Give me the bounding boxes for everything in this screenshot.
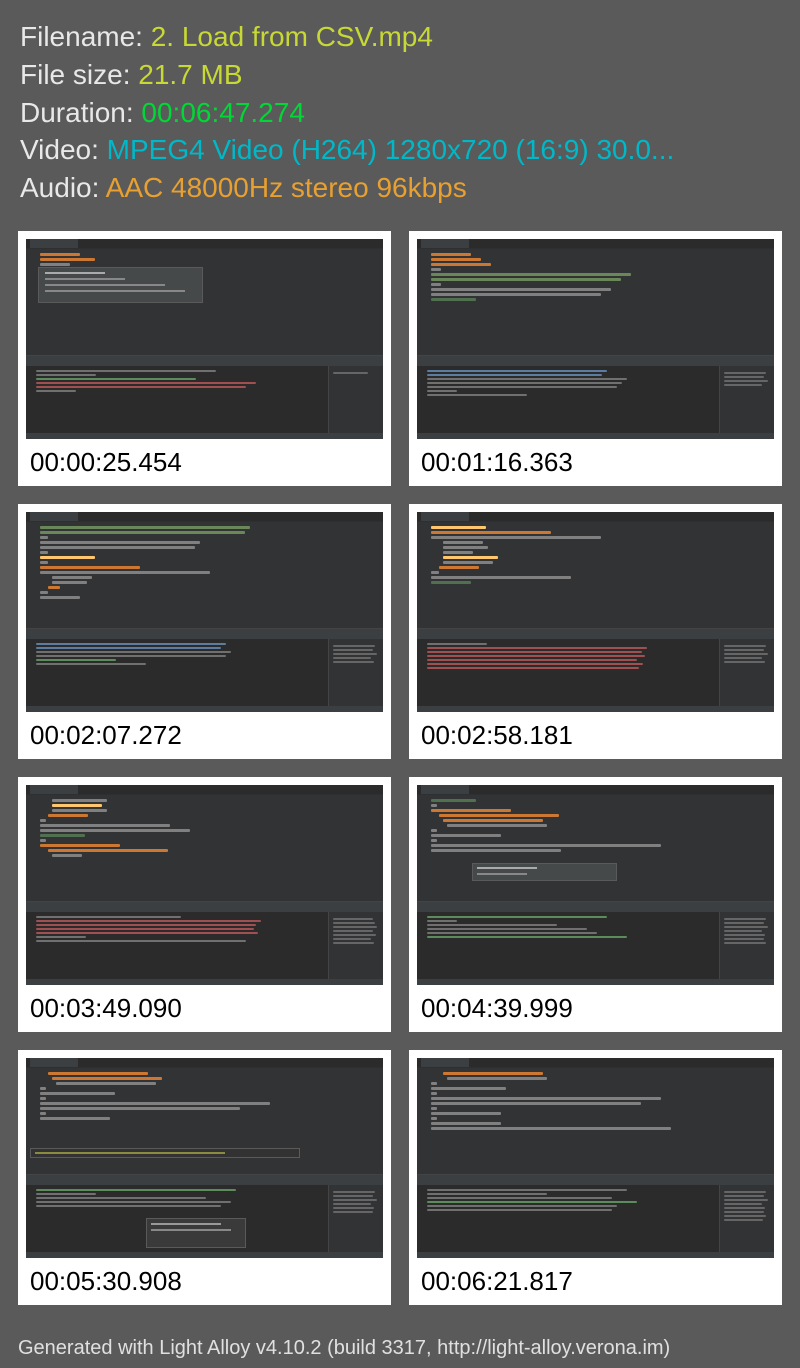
- video-value: MPEG4 Video (H264) 1280x720 (16:9) 30.0.…: [107, 134, 675, 165]
- thumbnail-card[interactable]: 00:01:16.363: [409, 231, 782, 486]
- filesize-label: File size:: [20, 59, 138, 90]
- thumbnail-card[interactable]: 00:03:49.090: [18, 777, 391, 1032]
- thumbnail-card[interactable]: 00:00:25.454: [18, 231, 391, 486]
- thumbnail-image: [26, 239, 383, 439]
- thumbnail-image: [26, 785, 383, 985]
- timestamp-label: 00:04:39.999: [417, 991, 774, 1026]
- timestamp-label: 00:05:30.908: [26, 1264, 383, 1299]
- timestamp-label: 00:02:07.272: [26, 718, 383, 753]
- thumbnail-card[interactable]: 00:02:07.272: [18, 504, 391, 759]
- duration-label: Duration:: [20, 97, 141, 128]
- filename-value: 2. Load from CSV.mp4: [151, 21, 433, 52]
- media-info-panel: Filename: 2. Load from CSV.mp4 File size…: [0, 0, 800, 219]
- thumbnail-image: [26, 512, 383, 712]
- duration-value: 00:06:47.274: [141, 97, 305, 128]
- audio-row: Audio: AAC 48000Hz stereo 96kbps: [20, 169, 780, 207]
- video-label: Video:: [20, 134, 107, 165]
- filesize-value: 21.7 MB: [138, 59, 242, 90]
- thumbnail-image: [26, 1058, 383, 1258]
- thumbnail-card[interactable]: 00:04:39.999: [409, 777, 782, 1032]
- filesize-row: File size: 21.7 MB: [20, 56, 780, 94]
- filename-label: Filename:: [20, 21, 151, 52]
- timestamp-label: 00:00:25.454: [26, 445, 383, 480]
- filename-row: Filename: 2. Load from CSV.mp4: [20, 18, 780, 56]
- video-row: Video: MPEG4 Video (H264) 1280x720 (16:9…: [20, 131, 780, 169]
- thumbnail-image: [417, 1058, 774, 1258]
- thumbnail-image: [417, 512, 774, 712]
- thumbnail-card[interactable]: 00:06:21.817: [409, 1050, 782, 1305]
- thumbnails-grid: 00:00:25.454: [0, 219, 800, 1309]
- thumbnail-card[interactable]: 00:02:58.181: [409, 504, 782, 759]
- audio-label: Audio:: [20, 172, 106, 203]
- timestamp-label: 00:03:49.090: [26, 991, 383, 1026]
- thumbnail-image: [417, 239, 774, 439]
- generator-footer: Generated with Light Alloy v4.10.2 (buil…: [18, 1337, 670, 1360]
- timestamp-label: 00:02:58.181: [417, 718, 774, 753]
- duration-row: Duration: 00:06:47.274: [20, 94, 780, 132]
- timestamp-label: 00:01:16.363: [417, 445, 774, 480]
- thumbnail-card[interactable]: 00:05:30.908: [18, 1050, 391, 1305]
- audio-value: AAC 48000Hz stereo 96kbps: [106, 172, 467, 203]
- thumbnail-image: [417, 785, 774, 985]
- timestamp-label: 00:06:21.817: [417, 1264, 774, 1299]
